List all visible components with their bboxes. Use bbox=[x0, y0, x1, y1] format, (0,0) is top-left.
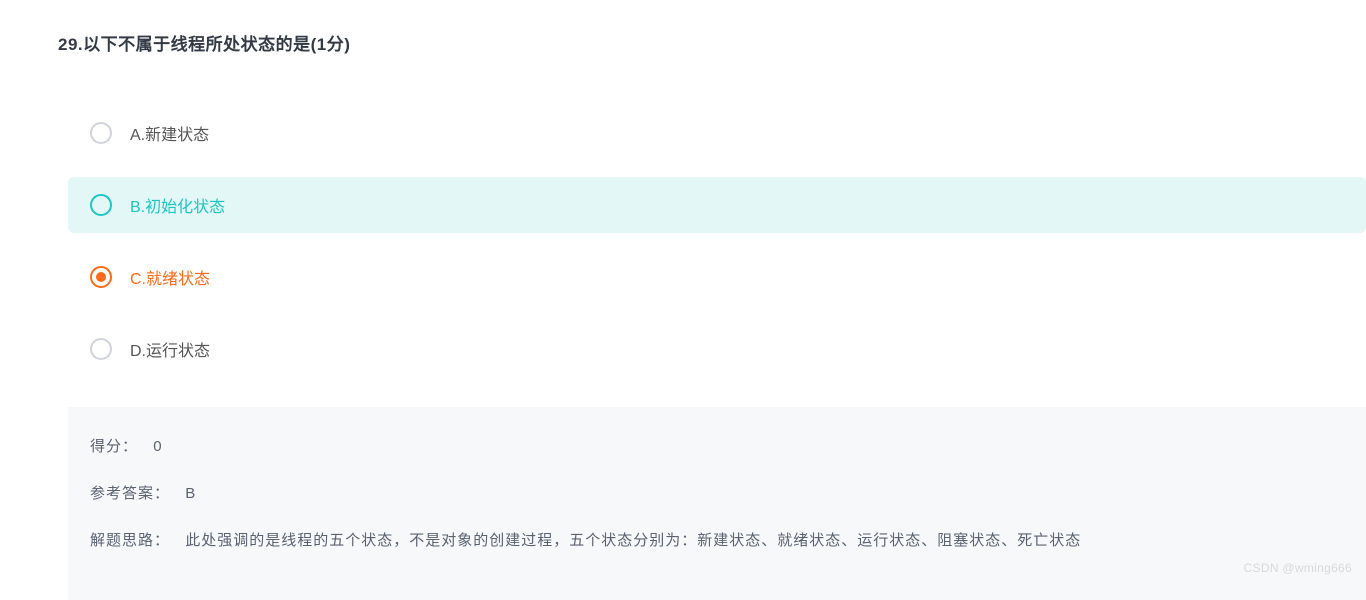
watermark: CSDN @wming666 bbox=[1244, 561, 1352, 575]
radio-icon bbox=[90, 122, 112, 144]
score-label: 得分： bbox=[90, 435, 138, 456]
explanation-row: 解题思路： 此处强调的是线程的五个状态，不是对象的创建过程，五个状态分别为：新建… bbox=[90, 529, 1344, 550]
reference-answer-label: 参考答案： bbox=[90, 482, 170, 503]
radio-selected-icon bbox=[90, 266, 112, 288]
score-row: 得分： 0 bbox=[90, 435, 1344, 456]
reference-answer-row: 参考答案： B bbox=[90, 482, 1344, 503]
option-label: A.新建状态 bbox=[130, 121, 209, 145]
option-c[interactable]: C.就绪状态 bbox=[68, 249, 1366, 305]
option-label: C.就绪状态 bbox=[130, 265, 210, 289]
explanation-label: 解题思路： bbox=[90, 529, 170, 550]
explanation-value: 此处强调的是线程的五个状态，不是对象的创建过程，五个状态分别为：新建状态、就绪状… bbox=[185, 529, 1081, 550]
answer-box: 得分： 0 参考答案： B 解题思路： 此处强调的是线程的五个状态，不是对象的创… bbox=[68, 407, 1366, 600]
radio-icon bbox=[90, 338, 112, 360]
question-container: 29.以下不属于线程所处状态的是(1分) A.新建状态 B.初始化状态 C.就绪… bbox=[0, 0, 1366, 600]
radio-icon bbox=[90, 194, 112, 216]
question-title: 29.以下不属于线程所处状态的是(1分) bbox=[58, 30, 1366, 55]
option-a[interactable]: A.新建状态 bbox=[68, 105, 1366, 161]
score-value: 0 bbox=[153, 438, 162, 455]
option-b[interactable]: B.初始化状态 bbox=[68, 177, 1366, 233]
option-d[interactable]: D.运行状态 bbox=[68, 321, 1366, 377]
options-list: A.新建状态 B.初始化状态 C.就绪状态 D.运行状态 bbox=[68, 105, 1366, 377]
option-label: B.初始化状态 bbox=[130, 193, 225, 217]
reference-answer-value: B bbox=[185, 485, 196, 502]
option-label: D.运行状态 bbox=[130, 337, 210, 361]
